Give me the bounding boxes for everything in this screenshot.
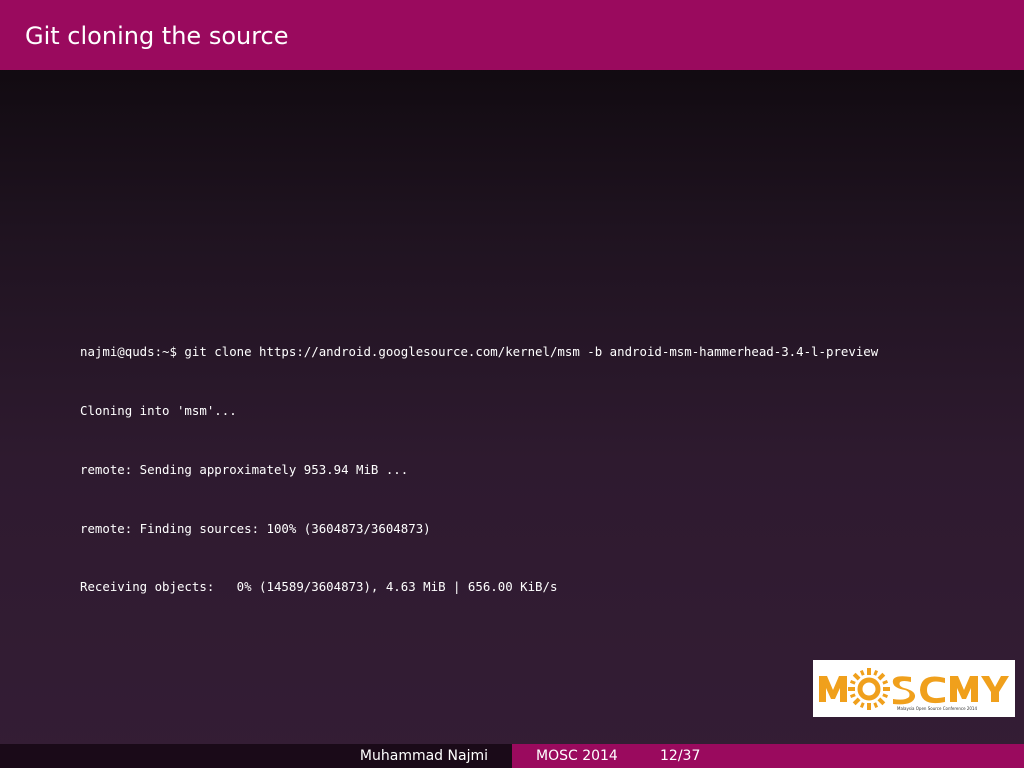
terminal-line-receiving: Receiving objects: 0% (14589/3604873), 4… — [80, 579, 558, 595]
terminal-line-sending: remote: Sending approximately 953.94 MiB… — [80, 461, 409, 477]
slide-title: Git cloning the source — [25, 22, 289, 50]
mosc-logo: Malaysia Open Source Conference 2014 — [813, 660, 1015, 717]
footer-author: Muhammad Najmi — [359, 748, 488, 764]
terminal-line-command: najmi@quds:~$ git clone https://android.… — [80, 344, 879, 360]
footer-page-number: 12/37 — [660, 748, 701, 764]
footer: Muhammad Najmi MOSC 2014 12/37 — [0, 744, 1024, 768]
logo-tagline: Malaysia Open Source Conference 2014 — [897, 706, 978, 711]
terminal-line-cloning: Cloning into 'msm'... — [80, 402, 237, 418]
terminal-line-finding: remote: Finding sources: 100% (3604873/3… — [80, 520, 431, 536]
title-bar: Git cloning the source — [0, 0, 1024, 70]
sun-icon — [848, 668, 890, 710]
footer-conference: MOSC 2014 — [536, 748, 618, 764]
footer-left-panel: Muhammad Najmi — [0, 744, 512, 768]
slide: Git cloning the source najmi@quds:~$ git… — [0, 0, 1024, 768]
footer-right-panel: MOSC 2014 12/37 — [512, 744, 1024, 768]
terminal-output: najmi@quds:~$ git clone https://android.… — [80, 303, 878, 636]
